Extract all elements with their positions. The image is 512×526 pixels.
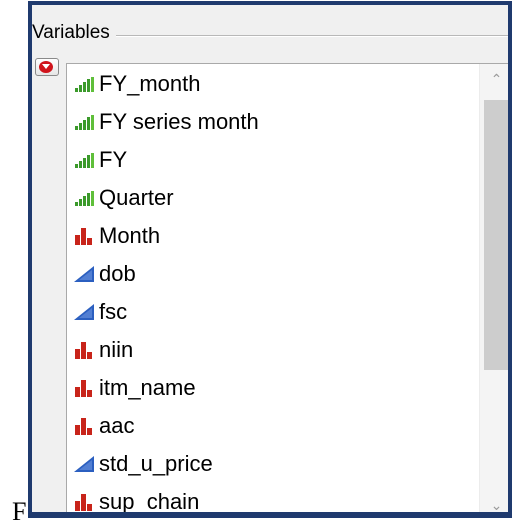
- ordinal-icon: [73, 188, 99, 208]
- nominal-icon: [73, 226, 99, 246]
- chevron-down-icon[interactable]: ⌄: [480, 492, 508, 512]
- ordinal-icon: [73, 112, 99, 132]
- continuous-icon: [73, 302, 99, 322]
- list-item-label: FY: [99, 147, 128, 172]
- continuous-icon: [73, 454, 99, 474]
- nominal-icon: [73, 378, 99, 398]
- list-item[interactable]: itm_name: [67, 369, 196, 407]
- list-item-label: Month: [99, 223, 161, 248]
- list-item[interactable]: Month: [67, 217, 160, 255]
- ordinal-icon: [73, 74, 99, 94]
- continuous-icon: [73, 264, 99, 284]
- list-item[interactable]: aac: [67, 407, 134, 445]
- red-triangle-icon: [39, 61, 53, 73]
- list-item-label: itm_name: [99, 375, 196, 400]
- panel-title: Variables: [32, 22, 116, 44]
- nominal-icon: [73, 416, 99, 436]
- variables-listbox[interactable]: FY_month FY series month FY Quarter Month dob…: [66, 63, 508, 514]
- list-item-label: sup_chain: [99, 489, 200, 514]
- list-item[interactable]: FY: [67, 141, 127, 179]
- variables-panel: Variables FY_month FY series month FY Quart…: [28, 1, 512, 518]
- list-item[interactable]: FY_month: [67, 65, 201, 103]
- chevron-up-icon[interactable]: ⌃: [480, 66, 508, 92]
- list-item-label: aac: [99, 413, 135, 438]
- nominal-icon: [73, 340, 99, 360]
- nominal-icon: [73, 492, 99, 512]
- list-item-label: niin: [99, 337, 134, 362]
- list-item[interactable]: FY series month: [67, 103, 259, 141]
- vertical-scrollbar[interactable]: ⌃ ⌄: [479, 64, 508, 512]
- list-item[interactable]: std_u_price: [67, 445, 213, 483]
- list-item-label: std_u_price: [99, 451, 213, 476]
- partial-text: F: [12, 497, 27, 526]
- list-item-label: FY series month: [99, 109, 259, 134]
- list-item-label: fsc: [99, 299, 128, 324]
- list-item[interactable]: niin: [67, 331, 133, 369]
- red-triangle-menu-button[interactable]: [35, 58, 59, 76]
- list-item[interactable]: sup_chain: [67, 483, 200, 514]
- ordinal-icon: [73, 150, 99, 170]
- list-item[interactable]: dob: [67, 255, 136, 293]
- scroll-thumb[interactable]: [484, 100, 508, 370]
- list-item-label: FY_month: [99, 71, 201, 96]
- list-item[interactable]: Quarter: [67, 179, 174, 217]
- list-item[interactable]: fsc: [67, 293, 127, 331]
- list-item-label: dob: [99, 261, 136, 286]
- list-item-label: Quarter: [99, 185, 174, 210]
